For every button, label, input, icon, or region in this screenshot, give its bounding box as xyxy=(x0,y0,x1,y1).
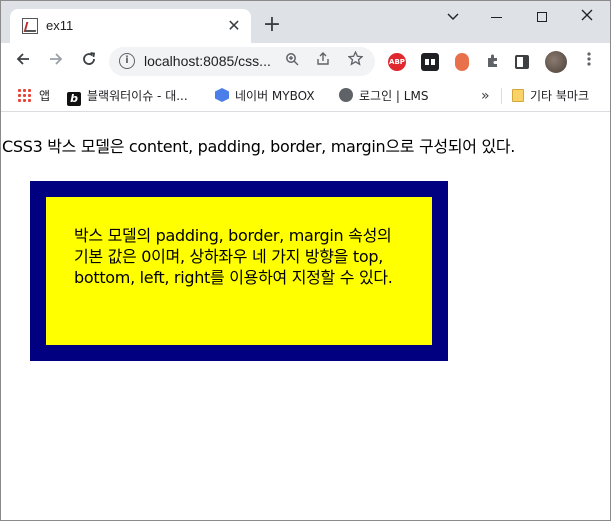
naver-mybox-icon xyxy=(215,88,229,102)
bookmarks-divider xyxy=(501,88,502,104)
bookmarks-overflow-button[interactable]: » xyxy=(481,87,490,105)
recorder-extension-icon[interactable] xyxy=(455,53,469,71)
bookmark-apps[interactable]: 앱 xyxy=(17,87,50,105)
blackwater-icon: b xyxy=(67,92,81,106)
arrow-left-icon xyxy=(16,53,29,65)
other-bookmarks-label: 기타 북마크 xyxy=(530,89,590,103)
maximize-button[interactable] xyxy=(527,5,557,29)
bookmark-label: 블랙워터이슈 - 대... xyxy=(87,89,188,103)
url-text[interactable]: localhost:8085/css... xyxy=(144,53,271,69)
apps-grid-icon xyxy=(17,88,31,102)
close-window-button[interactable] xyxy=(572,5,602,29)
browser-window: ex11 ✕ + i localhost:8085/css... ABP 앱 b… xyxy=(0,0,611,521)
extensions-puzzle-icon[interactable] xyxy=(484,53,502,71)
bookmark-naver-mybox[interactable]: 네이버 MYBOX xyxy=(215,87,315,105)
tab-search-button[interactable] xyxy=(438,5,468,29)
bookmark-label: 로그인 | LMS xyxy=(359,89,429,103)
page-viewport: CSS3 박스 모델은 content, padding, border, ma… xyxy=(1,113,610,520)
address-bar[interactable]: i localhost:8085/css... xyxy=(109,47,375,76)
more-vertical-icon xyxy=(587,52,591,66)
tab-title: ex11 xyxy=(46,18,74,33)
side-panel-icon[interactable] xyxy=(515,55,529,69)
box-model-border: 박스 모델의 padding, border, margin 속성의 기본 값은… xyxy=(30,181,448,361)
globe-icon xyxy=(339,88,353,102)
box-model-content: 박스 모델의 padding, border, margin 속성의 기본 값은… xyxy=(46,197,432,345)
page-favicon-icon xyxy=(22,18,38,34)
bookmark-login-lms[interactable]: 로그인 | LMS xyxy=(339,87,428,105)
tab-strip: ex11 ✕ + xyxy=(1,1,610,43)
reload-icon xyxy=(83,52,96,65)
bookmark-blackwater[interactable]: b 블랙워터이슈 - 대... xyxy=(67,87,188,106)
share-icon[interactable] xyxy=(312,51,334,73)
box-model-text: 박스 모델의 padding, border, margin 속성의 기본 값은… xyxy=(74,226,393,287)
bookmarks-bar: 앱 b 블랙워터이슈 - 대... 네이버 MYBOX 로그인 | LMS » 기… xyxy=(1,80,610,112)
minimize-icon xyxy=(490,16,502,18)
folder-icon xyxy=(512,89,524,102)
close-icon xyxy=(581,9,593,21)
back-button[interactable] xyxy=(10,49,36,75)
tab-ex11[interactable]: ex11 ✕ xyxy=(10,9,251,43)
bookmark-label: 네이버 MYBOX xyxy=(235,89,315,103)
new-tab-button[interactable]: + xyxy=(260,13,284,37)
bookmark-star-icon[interactable] xyxy=(344,50,366,73)
tab-close-icon[interactable]: ✕ xyxy=(225,17,243,35)
arrow-right-icon xyxy=(50,53,63,65)
maximize-icon xyxy=(537,12,547,22)
browser-menu-button[interactable] xyxy=(579,50,599,74)
adblock-plus-icon[interactable]: ABP xyxy=(388,53,406,71)
bookmark-label: 앱 xyxy=(39,89,51,103)
chevron-down-icon xyxy=(447,13,459,20)
minimize-button[interactable] xyxy=(481,5,511,29)
zoom-icon[interactable] xyxy=(281,51,303,73)
tab-extension-icon[interactable] xyxy=(421,53,439,71)
forward-button[interactable] xyxy=(43,49,69,75)
site-info-icon[interactable]: i xyxy=(119,53,135,69)
browser-toolbar: i localhost:8085/css... ABP xyxy=(1,43,610,80)
intro-paragraph: CSS3 박스 모델은 content, padding, border, ma… xyxy=(2,137,516,156)
profile-avatar[interactable] xyxy=(545,51,567,73)
reload-button[interactable] xyxy=(76,49,102,75)
other-bookmarks-folder[interactable]: 기타 북마크 xyxy=(512,87,589,105)
